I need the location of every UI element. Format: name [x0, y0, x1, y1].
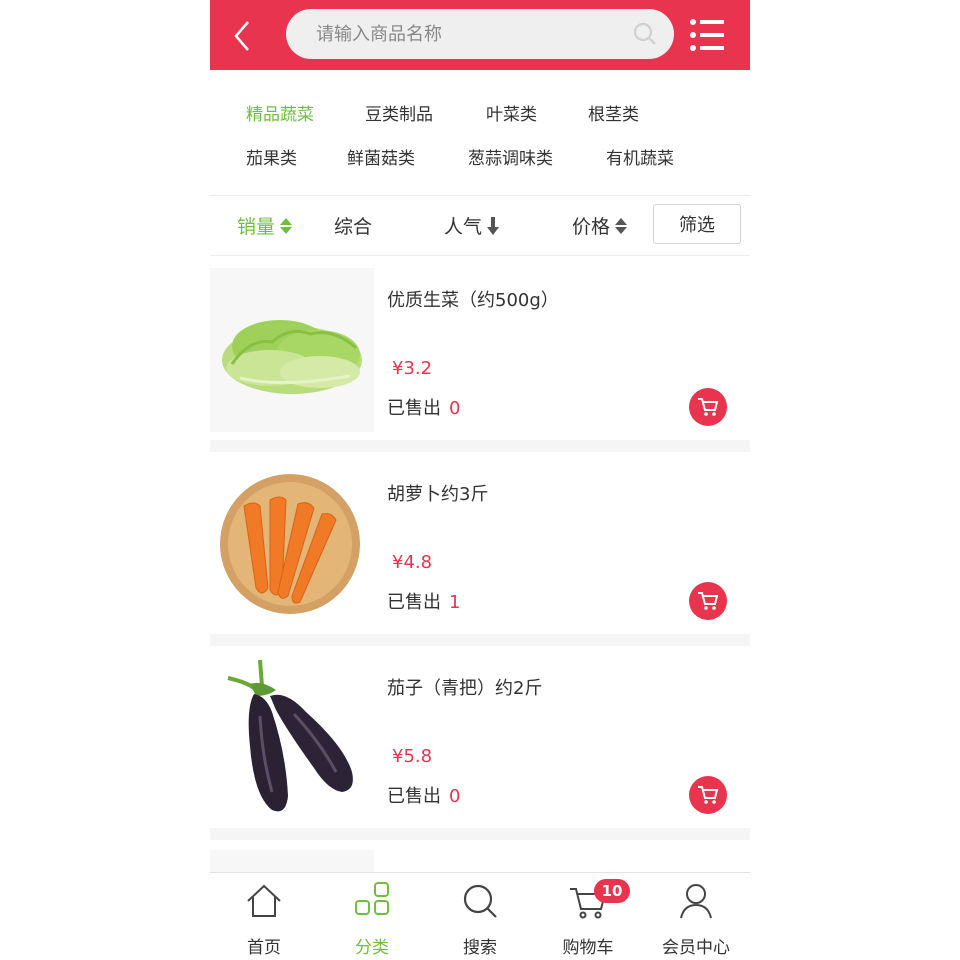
category-item-organic-vegetables[interactable]: 有机蔬菜 [606, 144, 674, 169]
tab-cart-label: 购物车 [562, 938, 614, 958]
tab-member-label: 会员中心 [662, 938, 730, 958]
product-sold: 已售出 1 [387, 588, 460, 614]
category-grid-icon [355, 882, 389, 915]
product-price: ¥4.8 [392, 552, 433, 573]
category-item-fruit-vegetables[interactable]: 茄果类 [246, 144, 297, 169]
category-item-bean-products[interactable]: 豆类制品 [365, 100, 433, 125]
product-image-carrot[interactable] [210, 462, 374, 626]
category-item-root-vegetables[interactable]: 根茎类 [588, 100, 639, 125]
category-item-seasonings[interactable]: 葱蒜调味类 [468, 144, 553, 169]
carrot-image [220, 474, 360, 614]
category-nav: 精品蔬菜 豆类制品 叶菜类 根茎类 茄果类 鲜菌菇类 葱蒜调味类 有机蔬菜 [210, 70, 750, 196]
filter-button[interactable]: 筛选 [653, 204, 741, 244]
sort-by-popularity[interactable]: 人气 [444, 212, 500, 239]
add-to-cart-button[interactable] [689, 388, 727, 426]
sort-general-label: 综合 [334, 216, 373, 238]
product-item[interactable] [210, 840, 750, 872]
product-name[interactable]: 胡萝卜约3斤 [387, 480, 488, 506]
menu-list-icon [690, 19, 724, 51]
tab-home-label: 首页 [247, 938, 281, 958]
category-item-mushrooms[interactable]: 鲜菌菇类 [347, 144, 415, 169]
sort-general[interactable]: 综合 [334, 212, 372, 239]
sort-updown-icon [280, 217, 293, 234]
add-to-cart-button[interactable] [689, 582, 727, 620]
list-divider [210, 634, 750, 646]
tab-search[interactable]: 搜索 [426, 873, 534, 960]
cart-count-badge: 10 [594, 879, 630, 903]
sort-price-label: 价格 [572, 216, 611, 238]
app-screen: 精品蔬菜 豆类制品 叶菜类 根茎类 茄果类 鲜菌菇类 葱蒜调味类 有机蔬菜 销量… [210, 0, 750, 960]
sort-by-price[interactable]: 价格 [572, 212, 628, 239]
cart-icon [698, 786, 719, 804]
sort-sales-label: 销量 [237, 216, 276, 238]
category-item-leafy-vegetables[interactable]: 叶菜类 [486, 100, 537, 125]
cart-icon [698, 592, 719, 610]
product-item[interactable]: 优质生菜（约500g） ¥3.2 已售出 0 [210, 258, 750, 440]
list-divider [210, 828, 750, 840]
arrow-down-icon [487, 216, 500, 235]
tab-category-label: 分类 [355, 938, 389, 958]
bottom-tab-bar: 首页 分类 搜索 购物车 10 会员中心 [210, 872, 750, 960]
product-item[interactable]: 胡萝卜约3斤 ¥4.8 已售出 1 [210, 452, 750, 634]
search-box[interactable] [286, 9, 674, 59]
search-input[interactable] [316, 9, 616, 59]
sold-label: 已售出 [387, 592, 441, 613]
sold-count: 1 [449, 592, 461, 613]
back-icon [234, 21, 249, 51]
product-name[interactable]: 茄子（青把）约2斤 [387, 674, 542, 700]
search-icon [463, 884, 497, 918]
product-sold: 已售出 0 [387, 782, 460, 808]
product-image[interactable] [210, 850, 374, 872]
header-bar [210, 0, 750, 70]
sold-label: 已售出 [387, 398, 441, 419]
product-item[interactable]: 茄子（青把）约2斤 ¥5.8 已售出 0 [210, 646, 750, 828]
sold-label: 已售出 [387, 786, 441, 807]
sort-bar: 销量 综合 人气 价格 筛选 [210, 196, 750, 256]
home-icon [247, 884, 281, 917]
sort-updown-icon [615, 217, 628, 234]
lettuce-image [222, 320, 362, 394]
product-price: ¥5.8 [392, 746, 433, 767]
list-divider [210, 440, 750, 452]
sort-by-sales[interactable]: 销量 [237, 212, 293, 239]
search-icon[interactable] [632, 21, 658, 47]
product-name[interactable]: 优质生菜（约500g） [387, 286, 559, 312]
product-image-lettuce[interactable] [210, 268, 374, 432]
product-sold: 已售出 0 [387, 394, 460, 420]
user-icon [680, 884, 712, 919]
category-item-premium-vegetables[interactable]: 精品蔬菜 [246, 100, 314, 125]
cart-icon [698, 398, 719, 416]
sold-count: 0 [449, 398, 461, 419]
add-to-cart-button[interactable] [689, 776, 727, 814]
menu-button[interactable] [688, 16, 728, 54]
sold-count: 0 [449, 786, 461, 807]
tab-category[interactable]: 分类 [318, 873, 426, 960]
sort-popularity-label: 人气 [444, 216, 483, 238]
tab-home[interactable]: 首页 [210, 873, 318, 960]
product-price: ¥3.2 [392, 358, 433, 379]
eggplant-image [227, 659, 353, 812]
tab-search-label: 搜索 [463, 938, 497, 958]
tab-member-center[interactable]: 会员中心 [642, 873, 750, 960]
back-button[interactable] [228, 18, 258, 54]
product-image-eggplant[interactable] [210, 656, 374, 820]
